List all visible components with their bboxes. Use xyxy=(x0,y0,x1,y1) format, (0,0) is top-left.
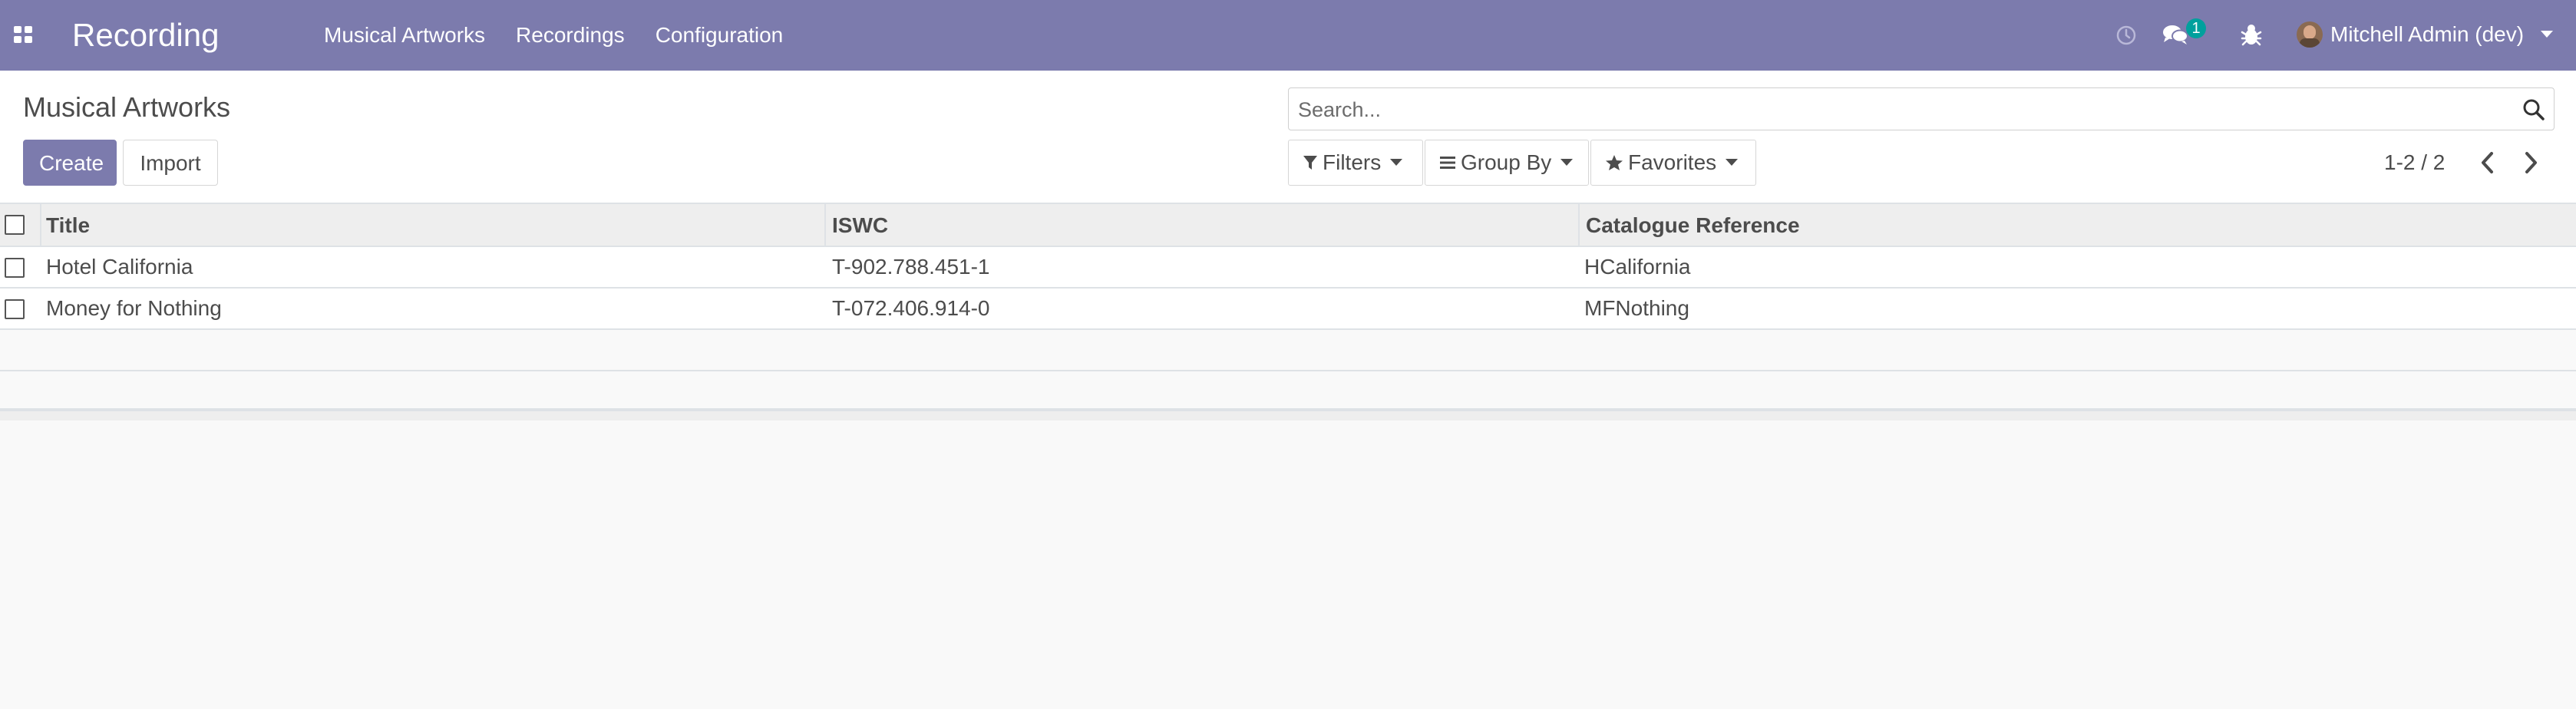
pager-previous-icon[interactable] xyxy=(2476,149,2499,176)
debug-bug-icon[interactable] xyxy=(2240,21,2263,48)
filters-dropdown[interactable]: Filters xyxy=(1288,140,1423,186)
column-separator xyxy=(40,204,41,247)
cell-title: Hotel California xyxy=(46,255,193,279)
favorites-label: Favorites xyxy=(1628,150,1717,174)
pager-value[interactable]: 1-2 / 2 xyxy=(2384,147,2445,178)
page-title: Musical Artworks xyxy=(23,91,231,123)
group-by-caret-icon xyxy=(1560,159,1574,167)
group-by-label: Group By xyxy=(1461,150,1552,174)
search-icon[interactable] xyxy=(2522,97,2546,122)
table-row[interactable]: Money for Nothing T-072.406.914-0 MFNoth… xyxy=(0,289,2576,330)
empty-row xyxy=(0,371,2576,410)
top-navbar: Recording Musical Artworks Recordings Co… xyxy=(0,0,2576,71)
select-all-checkbox[interactable] xyxy=(5,215,25,235)
table-row[interactable]: Hotel California T-902.788.451-1 HCalifo… xyxy=(0,247,2576,289)
create-button[interactable]: Create xyxy=(23,140,117,186)
list-footer xyxy=(0,410,2576,420)
control-panel: Musical Artworks Create Import Filters G… xyxy=(0,71,2576,203)
list-view: Title ISWC Catalogue Reference Hotel Cal… xyxy=(0,203,2576,420)
row-checkbox[interactable] xyxy=(5,299,25,319)
filters-caret-icon xyxy=(1390,159,1403,167)
user-menu-name[interactable]: Mitchell Admin (dev) xyxy=(2330,21,2524,48)
cell-iswc: T-072.406.914-0 xyxy=(832,296,990,320)
favorites-star-icon xyxy=(1606,154,1623,170)
chat-messages-icon[interactable] xyxy=(2162,23,2189,46)
systray: 1 Mitchell Admin (dev) xyxy=(2115,0,2576,71)
menu-item-configuration[interactable]: Configuration xyxy=(656,21,784,49)
main-menu: Musical Artworks Recordings Configuratio… xyxy=(324,21,783,49)
import-button[interactable]: Import xyxy=(123,140,218,186)
favorites-caret-icon xyxy=(1726,159,1739,167)
chat-unread-badge: 1 xyxy=(2186,18,2206,38)
filters-label: Filters xyxy=(1323,150,1382,174)
cell-catalogue-reference: MFNothing xyxy=(1584,296,1689,320)
group-by-dropdown[interactable]: Group By xyxy=(1425,140,1589,186)
apps-menu-icon[interactable] xyxy=(14,26,32,43)
user-avatar[interactable] xyxy=(2297,21,2323,48)
activity-clock-icon[interactable] xyxy=(2115,25,2137,46)
group-by-bars-icon xyxy=(1440,156,1455,169)
menu-item-recordings[interactable]: Recordings xyxy=(516,21,625,49)
empty-row xyxy=(0,330,2576,371)
column-separator xyxy=(824,204,826,247)
column-header-title[interactable]: Title xyxy=(46,212,90,239)
filter-funnel-icon xyxy=(1303,155,1317,170)
favorites-dropdown[interactable]: Favorites xyxy=(1590,140,1756,186)
list-header: Title ISWC Catalogue Reference xyxy=(0,203,2576,247)
menu-item-musical-artworks[interactable]: Musical Artworks xyxy=(324,21,485,49)
row-checkbox[interactable] xyxy=(5,258,25,278)
cell-title: Money for Nothing xyxy=(46,296,222,320)
cell-iswc: T-902.788.451-1 xyxy=(832,255,990,279)
user-menu-caret-icon[interactable] xyxy=(2541,31,2553,38)
column-header-catalogue-reference[interactable]: Catalogue Reference xyxy=(1586,212,1800,239)
column-separator xyxy=(1578,204,1580,247)
pager-next-icon[interactable] xyxy=(2519,149,2542,176)
column-header-iswc[interactable]: ISWC xyxy=(832,212,888,239)
search-input[interactable] xyxy=(1298,96,2495,124)
cell-catalogue-reference: HCalifornia xyxy=(1584,255,1691,279)
search-box xyxy=(1288,87,2555,130)
app-title[interactable]: Recording xyxy=(72,14,219,57)
